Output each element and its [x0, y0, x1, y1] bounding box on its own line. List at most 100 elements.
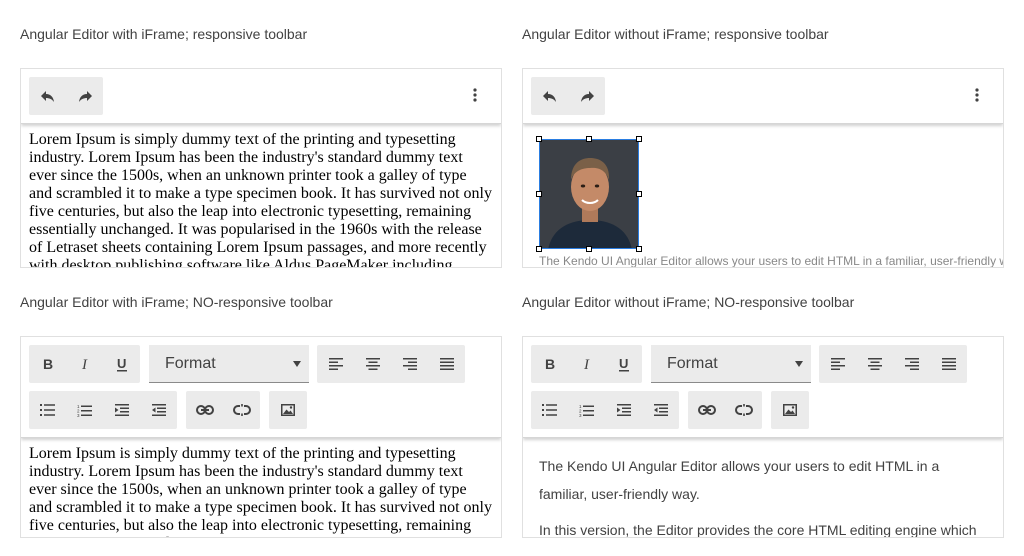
portrait-photo: [539, 139, 639, 249]
more-tools-button[interactable]: [965, 87, 989, 107]
editor-paragraph: The Kendo UI Angular Editor allows your …: [539, 254, 1003, 267]
more-vertical-icon: [975, 87, 979, 107]
editor-content[interactable]: Lorem Ipsum is simply dummy text of the …: [21, 438, 501, 537]
align-justify-icon: [941, 358, 956, 370]
format-dropdown-label: Format: [667, 354, 718, 372]
image-icon: [280, 404, 295, 416]
align-left-button[interactable]: [317, 345, 354, 383]
align-right-button[interactable]: [893, 345, 930, 383]
editor-content[interactable]: The Kendo UI Angular Editor allows your …: [523, 438, 1003, 537]
bold-icon: B: [40, 356, 56, 372]
underline-button[interactable]: U: [605, 345, 642, 383]
align-center-button[interactable]: [354, 345, 391, 383]
insert-image-button[interactable]: [269, 391, 306, 429]
outdent-button[interactable]: [642, 391, 679, 429]
image-icon: [782, 404, 797, 416]
align-center-icon: [867, 358, 882, 370]
resize-handle-n[interactable]: [586, 136, 592, 142]
selected-image[interactable]: [536, 136, 642, 252]
panel-title: Angular Editor without iFrame; responsiv…: [522, 26, 829, 42]
numbered-list-icon: 123: [77, 404, 92, 417]
svg-text:B: B: [545, 356, 555, 372]
bulleted-list-button[interactable]: [29, 391, 66, 429]
align-left-icon: [328, 358, 343, 370]
insert-link-button[interactable]: [186, 391, 223, 429]
resize-handle-nw[interactable]: [536, 136, 542, 142]
align-justify-button[interactable]: [428, 345, 465, 383]
editor-content[interactable]: The Kendo UI Angular Editor allows your …: [523, 124, 1003, 267]
resize-handle-s[interactable]: [586, 246, 592, 252]
resize-handle-sw[interactable]: [536, 246, 542, 252]
align-group: [819, 345, 967, 383]
editor-paragraph: The Kendo UI Angular Editor allows your …: [539, 458, 940, 502]
svg-text:U: U: [117, 356, 126, 371]
editor-iframe-responsive: Lorem Ipsum is simply dummy text of the …: [20, 68, 502, 268]
numbered-list-button[interactable]: 123: [568, 391, 605, 429]
bulleted-list-button[interactable]: [531, 391, 568, 429]
panel-br: Angular Editor without iFrame; NO-respon…: [522, 292, 1004, 538]
outdent-icon: [653, 404, 668, 416]
resize-handle-e[interactable]: [636, 191, 642, 197]
italic-button[interactable]: I: [66, 345, 103, 383]
format-dropdown-label: Format: [165, 354, 216, 372]
bold-button[interactable]: B: [29, 345, 66, 383]
panel-title: Angular Editor without iFrame; NO-respon…: [522, 294, 855, 310]
italic-button[interactable]: I: [568, 345, 605, 383]
align-left-button[interactable]: [819, 345, 856, 383]
link-icon: [195, 405, 214, 415]
numbered-list-button[interactable]: 123: [66, 391, 103, 429]
caret-down-icon: [293, 360, 301, 367]
bold-icon: B: [542, 356, 558, 372]
align-justify-button[interactable]: [930, 345, 967, 383]
link-group: [688, 391, 762, 429]
unlink-button[interactable]: [725, 391, 762, 429]
resize-handle-se[interactable]: [636, 246, 642, 252]
image-group: [771, 391, 809, 429]
list-group: 123: [29, 391, 177, 429]
insert-link-button[interactable]: [688, 391, 725, 429]
format-group: B I U: [29, 345, 140, 383]
undo-button[interactable]: [29, 77, 66, 115]
unlink-button[interactable]: [223, 391, 260, 429]
redo-button[interactable]: [66, 77, 103, 115]
underline-button[interactable]: U: [103, 345, 140, 383]
more-tools-button[interactable]: [463, 87, 487, 107]
indent-button[interactable]: [103, 391, 140, 429]
svg-text:I: I: [81, 357, 88, 372]
history-group: [29, 77, 103, 115]
format-dropdown[interactable]: Format: [651, 345, 811, 383]
undo-icon: [542, 88, 558, 104]
align-right-button[interactable]: [391, 345, 428, 383]
editor-toolbar: B I U Format 123: [21, 337, 501, 438]
underline-icon: U: [616, 356, 632, 372]
resize-handle-w[interactable]: [536, 191, 542, 197]
panel-title: Angular Editor with iFrame; NO-responsiv…: [20, 294, 333, 310]
bold-button[interactable]: B: [531, 345, 568, 383]
align-justify-icon: [439, 358, 454, 370]
svg-text:3: 3: [77, 413, 80, 417]
svg-text:B: B: [43, 356, 53, 372]
indent-button[interactable]: [605, 391, 642, 429]
redo-button[interactable]: [568, 77, 605, 115]
indent-icon: [114, 404, 129, 416]
editor-content[interactable]: Lorem Ipsum is simply dummy text of the …: [21, 124, 501, 267]
format-dropdown[interactable]: Format: [149, 345, 309, 383]
panel-title: Angular Editor with iFrame; responsive t…: [20, 26, 308, 42]
underline-icon: U: [114, 356, 130, 372]
editor-toolbar: [523, 69, 1003, 124]
align-right-icon: [904, 358, 919, 370]
list-group: 123: [531, 391, 679, 429]
svg-text:I: I: [583, 357, 590, 372]
format-group: B I U: [531, 345, 642, 383]
unlink-icon: [734, 404, 753, 416]
redo-icon: [579, 88, 595, 104]
undo-button[interactable]: [531, 77, 568, 115]
align-center-button[interactable]: [856, 345, 893, 383]
outdent-button[interactable]: [140, 391, 177, 429]
more-vertical-icon: [473, 87, 477, 107]
outdent-icon: [151, 404, 166, 416]
resize-handle-ne[interactable]: [636, 136, 642, 142]
insert-image-button[interactable]: [771, 391, 808, 429]
editor-no-iframe-non-responsive: B I U Format 123 The Kendo UI Angular Ed…: [522, 336, 1004, 538]
align-center-icon: [365, 358, 380, 370]
